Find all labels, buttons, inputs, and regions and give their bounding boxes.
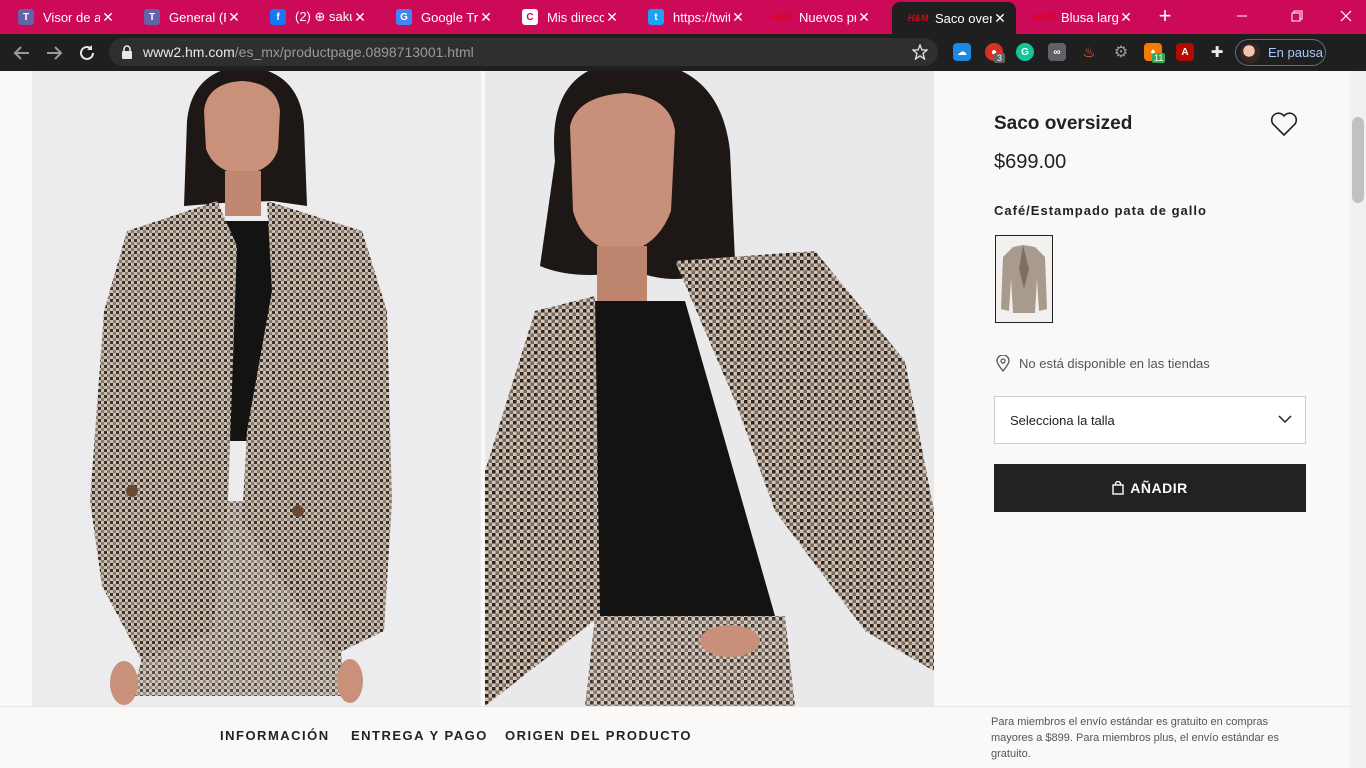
flame-extension-icon[interactable]: ♨ [1080,43,1098,61]
tab-title: Blusa larga [1061,9,1118,25]
color-name: Café/Estampado pata de gallo [994,203,1207,218]
extension-counter-badge: 11 [1152,53,1166,63]
close-tab-icon[interactable]: ✕ [856,9,872,25]
browser-tab[interactable]: H&M Saco oversi✕ [892,2,1016,34]
browser-tab[interactable]: G Google Trad✕ [378,2,502,32]
tab-title: Mis direccio [547,9,604,25]
tab-origen-producto[interactable]: ORIGEN DEL PRODUCTO [505,728,692,743]
close-icon [1340,10,1352,22]
tab-title: Visor de arc [43,9,100,25]
store-availability: No está disponible en las tiendas [996,355,1210,372]
glasses-extension-icon[interactable]: ∞ [1048,43,1066,61]
browser-tab[interactable]: f (2) ⊕ sakur✕ [252,2,376,32]
add-to-bag-label: AÑADIR [1130,480,1188,496]
tab-title: General (PC [169,9,226,25]
address-bar[interactable]: www2.hm.com/es_mx/productpage.0898713001… [109,38,938,66]
cloud-extension-icon[interactable]: ☁ [953,43,971,61]
browser-tab[interactable]: H&M Blusa larga✕ [1018,2,1142,32]
tab-title: Google Trad [421,9,478,25]
shopping-bag-icon [1112,481,1124,495]
close-tab-icon[interactable]: ✕ [730,9,746,25]
tab-entrega-pago[interactable]: ENTREGA Y PAGO [351,728,488,743]
tab-informacion[interactable]: INFORMACIÓN [220,728,330,743]
browser-tab[interactable]: T General (PC✕ [126,2,250,32]
reload-button[interactable] [76,42,98,64]
availability-text: No está disponible en las tiendas [1019,356,1210,371]
tab-title: (2) ⊕ sakur [295,9,352,24]
forward-button[interactable] [43,42,65,64]
blazer-thumbnail [1001,245,1047,313]
facebook-icon: f [270,9,286,25]
tab-title: https://twitt [673,9,730,25]
chevron-down-icon [1278,415,1292,424]
profile-button[interactable]: En pausa [1235,39,1326,66]
color-swatch[interactable] [995,235,1053,323]
hm-icon: H&M [1033,12,1055,22]
extension-badge-count: 3 [994,53,1006,63]
teams-icon: T [18,9,34,25]
close-tab-icon[interactable]: ✕ [100,9,116,25]
tab-title: Nuevos pro [799,9,856,25]
tab-title: Saco oversi [935,10,992,26]
restore-button[interactable] [1282,4,1312,28]
app-icon: C [522,9,538,25]
puzzle-extensions-icon[interactable]: ✚ [1208,43,1226,61]
back-button[interactable] [11,42,33,64]
location-pin-icon [996,355,1010,372]
product-image-2[interactable] [485,71,934,706]
hm-icon: H&M [907,13,929,23]
browser-tab[interactable]: C Mis direccio✕ [504,2,628,32]
favorite-heart-icon[interactable] [1270,111,1298,137]
product-info-bar: INFORMACIÓN ENTREGA Y PAGO ORIGEN DEL PR… [0,706,1350,768]
size-select-label: Selecciona la talla [1010,412,1115,428]
browser-tab[interactable]: T Visor de arc✕ [0,2,124,32]
bookmark-star-icon[interactable] [912,44,928,60]
gear-extension-icon[interactable]: ⚙ [1112,43,1130,61]
browser-tab[interactable]: H&M Nuevos pro✕ [756,2,880,32]
reload-icon [80,45,94,60]
product-price: $699.00 [994,151,1067,173]
pdf-extension-icon[interactable]: A [1176,43,1194,61]
hm-icon: H&M [771,12,793,22]
close-tab-icon[interactable]: ✕ [604,9,620,25]
browser-toolbar: www2.hm.com/es_mx/productpage.0898713001… [0,34,1366,71]
minimize-button[interactable] [1227,4,1257,28]
minimize-icon [1237,15,1247,17]
close-tab-icon[interactable]: ✕ [1118,9,1134,25]
scrollbar-thumb[interactable] [1352,117,1364,203]
new-tab-button[interactable]: + [1155,5,1175,27]
close-tab-icon[interactable]: ✕ [352,9,368,25]
page-scrollbar[interactable] [1350,71,1366,768]
profile-status: En pausa [1268,45,1323,60]
close-window-button[interactable] [1331,4,1361,28]
tab-strip: TVisor de arc✕TGeneral (PC✕f(2) ⊕ sakur✕… [0,0,1366,34]
add-to-bag-button[interactable]: AÑADIR [994,464,1306,512]
avatar [1240,42,1260,63]
product-title: Saco oversized [994,113,1133,134]
lock-icon [122,45,132,59]
google-translate-icon: G [396,9,412,25]
close-tab-icon[interactable]: ✕ [478,9,494,25]
product-image-1[interactable] [32,71,481,706]
url-text: www2.hm.com/es_mx/productpage.0898713001… [143,44,474,60]
product-page: Saco oversized $699.00 Café/Estampado pa… [0,71,1350,768]
twitter-icon: t [648,9,664,25]
arrow-left-icon [13,46,29,60]
size-select[interactable]: Selecciona la talla [994,396,1306,444]
grammarly-icon[interactable]: G [1016,43,1034,61]
arrow-right-icon [47,46,63,60]
close-tab-icon[interactable]: ✕ [226,9,242,25]
restore-icon [1291,10,1303,22]
shipping-note: Para miembros el envío estándar es gratu… [991,716,1279,760]
close-tab-icon[interactable]: ✕ [992,10,1008,26]
teams-icon: T [144,9,160,25]
browser-tab[interactable]: t https://twitt ✕ [630,2,754,32]
